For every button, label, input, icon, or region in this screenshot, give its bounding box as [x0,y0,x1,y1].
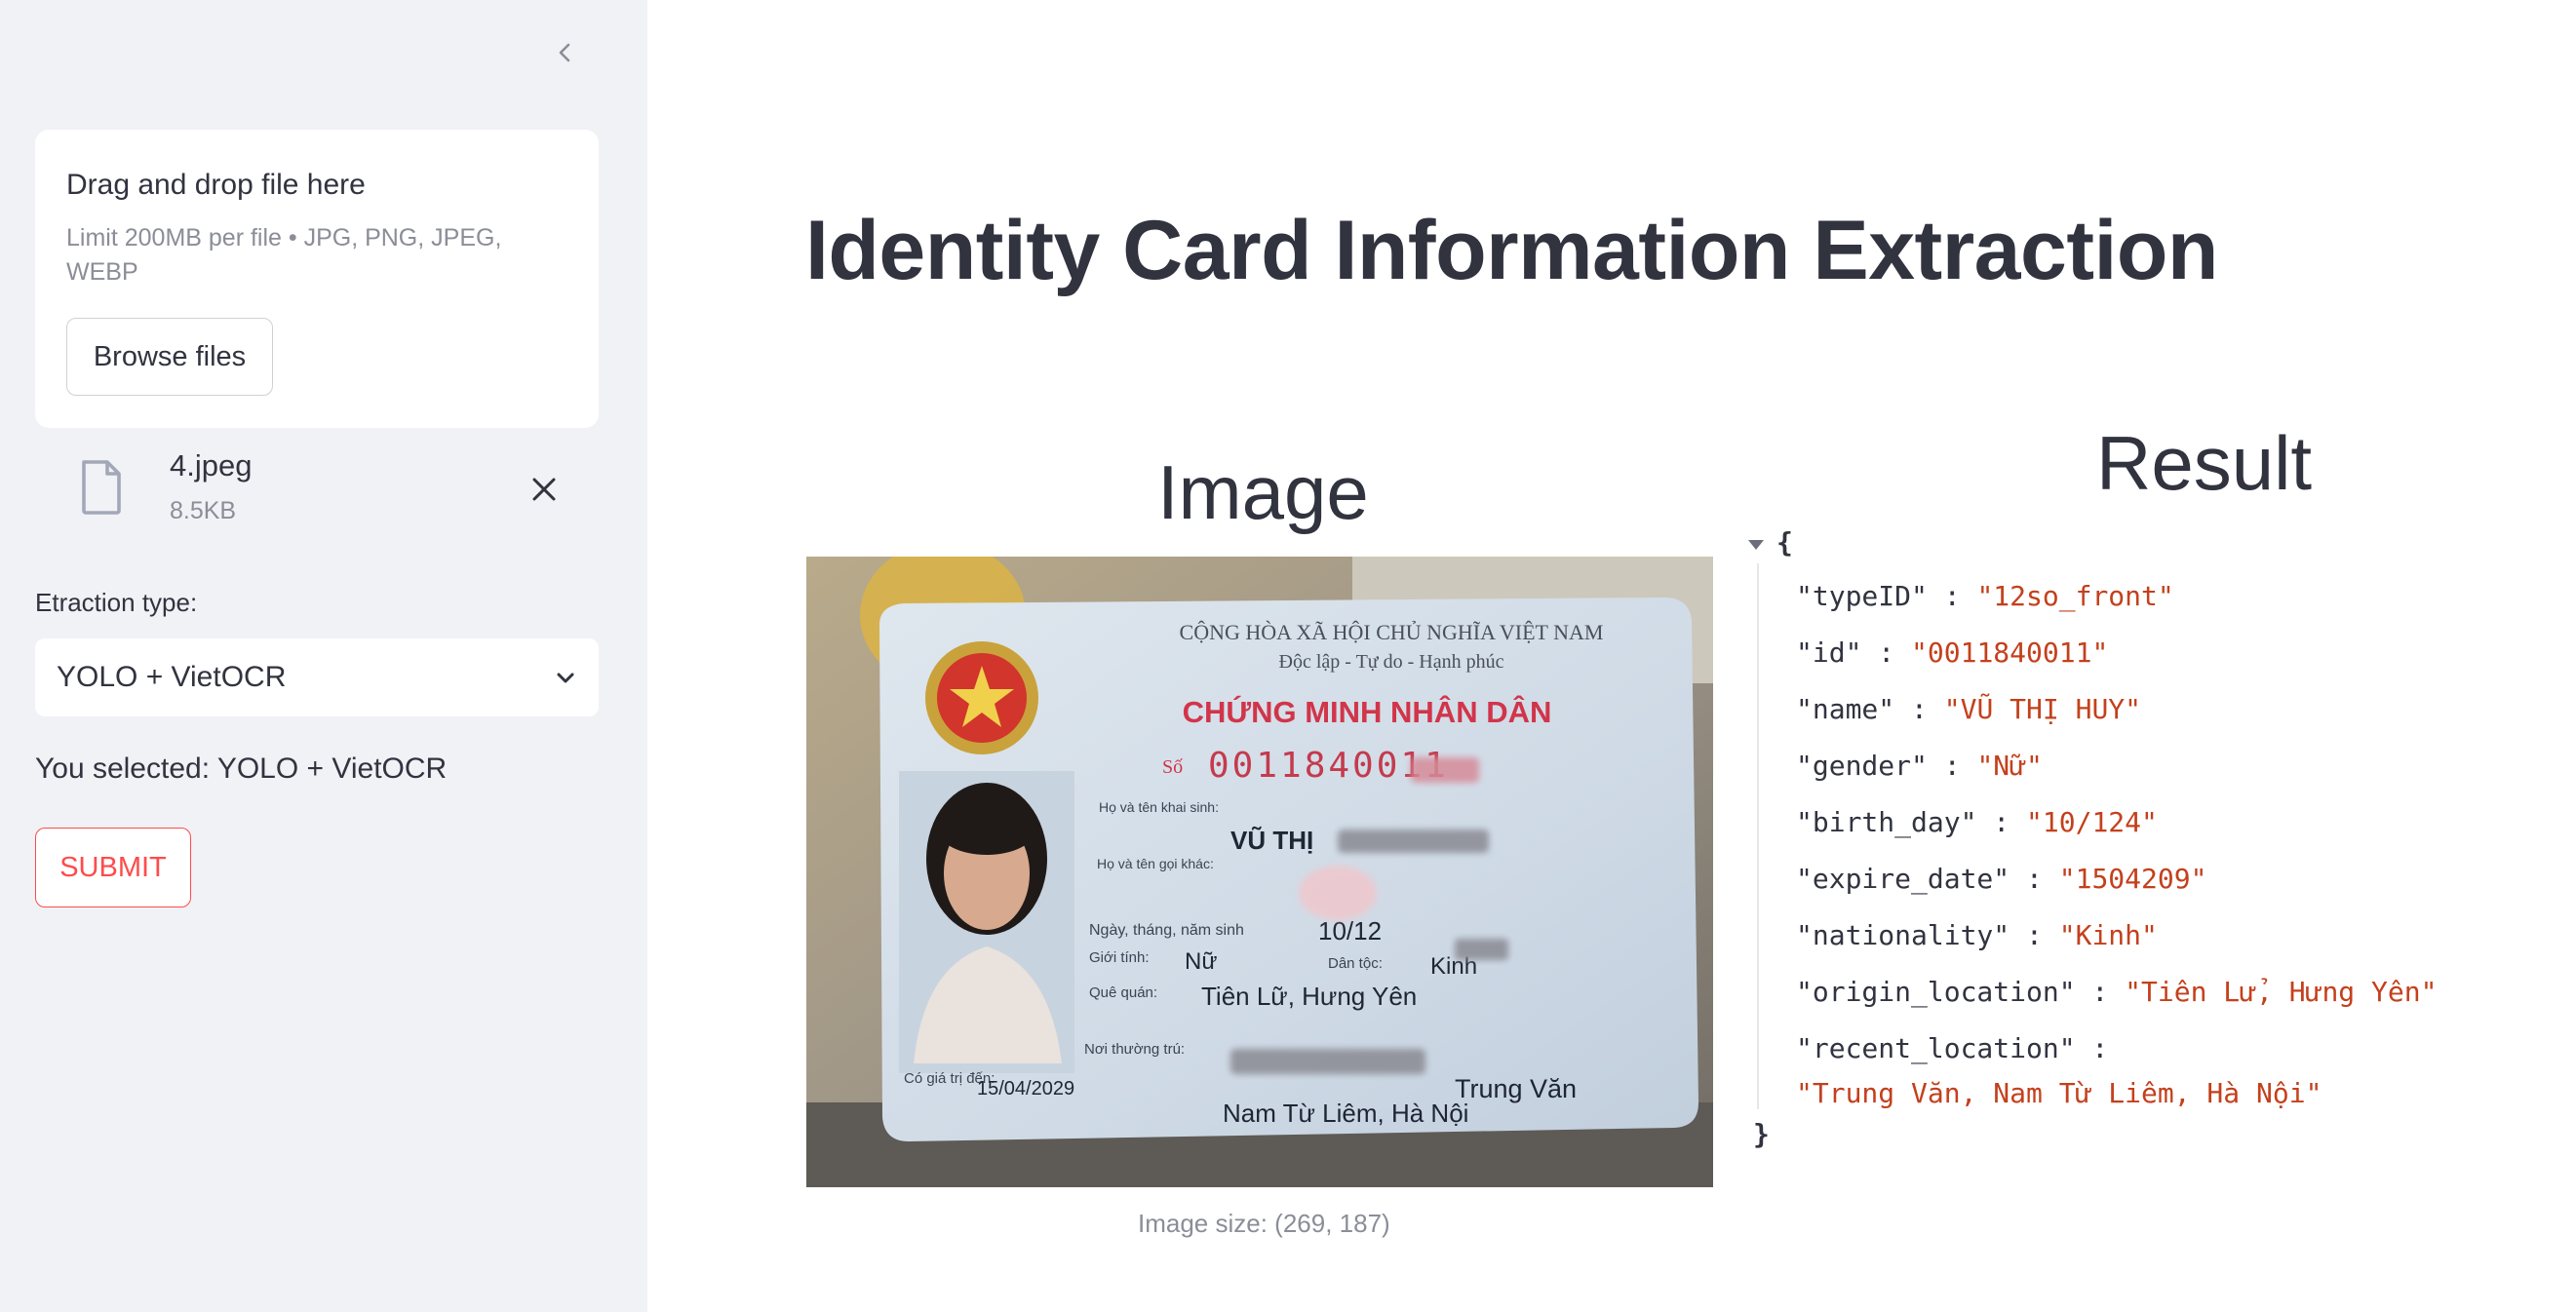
card-name-value: VŨ THỊ [1230,826,1313,855]
json-key: "birth_day" [1796,806,1977,838]
image-size-caption: Image size: (269, 187) [1138,1209,1390,1238]
card-header-line1: CỘNG HÒA XÃ HỘI CHỦ NGHĨA VIỆT NAM [1180,620,1604,644]
submit-button[interactable]: SUBMIT [35,828,191,907]
extraction-type-select[interactable]: YOLO + VietOCR [35,638,599,716]
card-gender-value: Nữ [1185,948,1217,975]
card-valid-value: 15/04/2029 [977,1078,1074,1100]
upload-limit-text: Limit 200MB per file • JPG, PNG, JPEG, W… [66,224,502,286]
uploaded-file-size: 8.5KB [170,497,237,524]
json-collapse-toggle[interactable] [1745,534,1767,556]
close-icon [532,478,556,501]
json-value: "12so_front" [1976,580,2174,612]
json-field-name: "name" : "VŨ THỊ HUY" [1796,693,2142,725]
extraction-type-value: YOLO + VietOCR [57,661,287,693]
collapse-sidebar-button[interactable] [542,29,589,76]
json-value-recent-location: "Trung Văn, Nam Từ Liêm, Hà Nội" [1796,1077,2322,1109]
json-close-brace: } [1753,1118,1770,1150]
card-hometown-value: Tiên Lữ, Hưng Yên [1201,982,1417,1011]
card-dob-value: 10/12 [1318,916,1382,945]
json-key: "gender" [1796,750,1928,782]
json-value: "Kinh" [2058,919,2158,951]
triangle-down-icon [1748,540,1764,550]
card-residence-label: Nơi thường trú: [1084,1041,1185,1058]
app: Drag and drop file here Limit 200MB per … [0,0,2576,1312]
card-residence-line1: Trung Văn [1455,1074,1577,1103]
json-field-typeid: "typeID" : "12so_front" [1796,580,2174,612]
uploaded-file-item: 4.jpeg 8.5KB [68,441,595,538]
card-hometown-label: Quê quán: [1089,984,1157,1001]
json-key: "origin_location" [1796,976,2076,1008]
drag-drop-label: Drag and drop file here [66,169,366,201]
card-residence-line2: Nam Từ Liêm, Hà Nội [1223,1099,1468,1128]
card-dob-label: Ngày, tháng, năm sinh [1089,922,1244,939]
json-key: "recent_location" [1796,1032,2076,1064]
json-field-recent-location: "recent_location" : [1796,1032,2109,1064]
json-field-birth-day: "birth_day" : "10/124" [1796,806,2158,838]
card-title: CHỨNG MINH NHÂN DÂN [1183,694,1552,729]
json-key: "nationality" [1796,919,2010,951]
json-field-gender: "gender" : "Nữ" [1796,750,2043,782]
json-field-id: "id" : "0011840011" [1796,637,2109,669]
json-value: "1504209" [2058,863,2207,895]
sidebar: Drag and drop file here Limit 200MB per … [0,0,647,1312]
image-heading: Image [1157,449,1369,535]
json-key: "name" [1796,693,1895,725]
remove-file-button[interactable] [521,466,567,513]
selected-type-text: You selected: YOLO + VietOCR [35,752,448,785]
card-name-label: Họ và tên khai sinh: [1099,799,1219,815]
card-gender-label: Giới tính: [1089,949,1150,966]
json-field-nationality: "nationality" : "Kinh" [1796,919,2158,951]
file-uploader-dropzone[interactable]: Drag and drop file here Limit 200MB per … [35,130,599,428]
page-title: Identity Card Information Extraction [805,204,2218,297]
json-indent-guide [1757,563,1759,1109]
json-value: "VŨ THỊ HUY" [1943,693,2142,725]
json-value: "Nữ" [1976,750,2043,782]
json-key: "id" [1796,637,1862,669]
json-value: "Tiên Lử, Hưng Yên" [2125,976,2438,1008]
chevron-down-icon [557,673,574,683]
browse-files-button[interactable]: Browse files [66,318,273,396]
json-field-origin-location: "origin_location" : "Tiên Lử, Hưng Yên" [1796,976,2438,1008]
chevron-left-icon [559,43,570,62]
extraction-type-label: Etraction type: [35,588,198,617]
json-field-expire-date: "expire_date" : "1504209" [1796,863,2207,895]
file-icon [82,460,121,515]
json-value: "10/124" [2026,806,2158,838]
id-card-image: CỘNG HÒA XÃ HỘI CHỦ NGHĨA VIỆT NAM Độc l… [806,557,1713,1187]
result-heading: Result [2096,420,2313,506]
card-ethnic-label: Dân tộc: [1328,955,1383,972]
uploaded-file-name: 4.jpeg [170,448,253,482]
json-key: "typeID" [1796,580,1928,612]
card-other-name-label: Họ và tên gọi khác: [1097,856,1214,871]
json-open-brace: { [1776,526,1793,559]
card-number-label: Số [1162,756,1183,778]
json-value: "0011840011" [1911,637,2109,669]
json-value: "Trung Văn, Nam Từ Liêm, Hà Nội" [1796,1077,2322,1109]
card-header-line2: Độc lập - Tự do - Hạnh phúc [1279,651,1504,673]
json-key: "expire_date" [1796,863,2010,895]
